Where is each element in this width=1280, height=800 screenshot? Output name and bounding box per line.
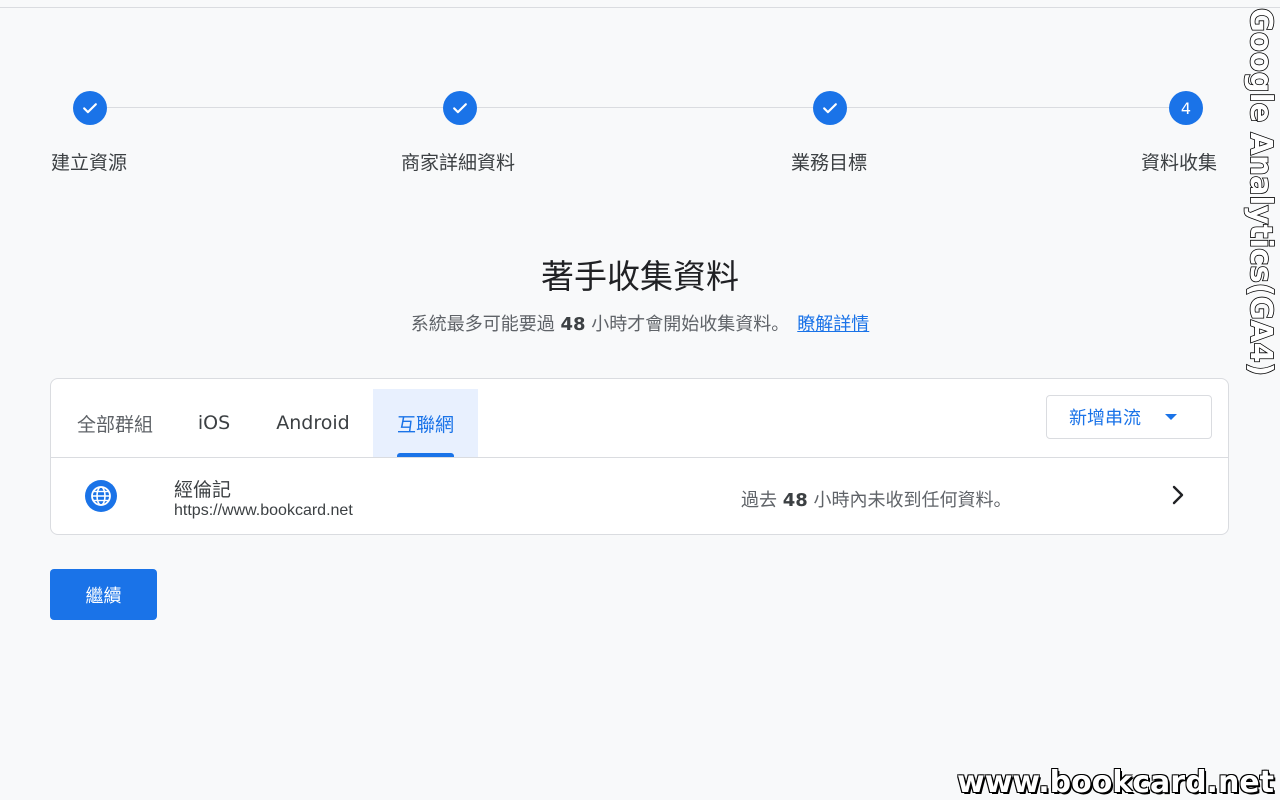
- continue-button[interactable]: 繼續: [50, 569, 157, 620]
- tab-all-groups[interactable]: 全部群組: [55, 389, 175, 457]
- top-divider: [0, 7, 1280, 8]
- subtitle-text: 系統最多可能要過: [410, 314, 555, 335]
- step-4-current: 4: [1169, 91, 1203, 125]
- step-connector: [107, 107, 443, 108]
- learn-more-link[interactable]: 瞭解詳情: [797, 314, 869, 335]
- tab-ios[interactable]: iOS: [175, 389, 253, 457]
- bottom-watermark: www.bookcard.net: [956, 765, 1274, 800]
- status-hours: 48: [782, 490, 808, 511]
- stream-url: https://www.bookcard.net: [174, 502, 353, 519]
- step-connector: [847, 107, 1169, 108]
- globe-icon: [85, 480, 117, 512]
- chevron-right-icon[interactable]: [1170, 483, 1186, 507]
- subtitle-text-end: 小時才會開始收集資料。: [591, 314, 790, 335]
- data-streams-card: 全部群組 iOS Android 互聯網 新增串流 經倫記 https://ww…: [50, 378, 1229, 535]
- step-1-complete-icon: [73, 91, 107, 125]
- subtitle-hours: 48: [560, 314, 586, 335]
- stream-status: 過去 48 小時內未收到任何資料。: [741, 486, 1012, 512]
- stream-name: 經倫記: [174, 479, 232, 501]
- tab-label: iOS: [197, 412, 231, 434]
- step-2-complete-icon: [443, 91, 477, 125]
- tab-label: 全部群組: [76, 413, 153, 436]
- page-title: 著手收集資料: [541, 257, 739, 296]
- watermark-text: Google Analytics(GA4): [1243, 8, 1278, 376]
- tab-android[interactable]: Android: [253, 389, 373, 457]
- step-label-business-details: 商家詳細資料: [401, 152, 516, 174]
- step-3-complete-icon: [813, 91, 847, 125]
- active-tab-indicator: [397, 453, 454, 457]
- step-number: 4: [1180, 98, 1192, 118]
- vertical-watermark: Google Analytics(GA4): [1243, 8, 1279, 377]
- status-text: 過去: [741, 490, 777, 511]
- step-label-data-collection: 資料收集: [1141, 152, 1218, 174]
- stream-tabs: 全部群組 iOS Android 互聯網 新增串流: [51, 379, 1228, 458]
- page-subtitle: 系統最多可能要過 48 小時才會開始收集資料。 瞭解詳情: [0, 310, 1280, 336]
- caret-down-icon: [1165, 414, 1177, 420]
- step-label-business-objectives: 業務目標: [791, 152, 868, 174]
- step-connector: [477, 107, 813, 108]
- tab-label: 互聯網: [396, 413, 454, 436]
- add-stream-button[interactable]: 新增串流: [1046, 395, 1212, 439]
- step-label-create-property: 建立資源: [51, 152, 128, 174]
- stream-row[interactable]: 經倫記 https://www.bookcard.net 過去 48 小時內未收…: [51, 458, 1228, 536]
- status-text-end: 小時內未收到任何資料。: [813, 490, 1012, 511]
- tab-label: Android: [276, 412, 350, 434]
- add-stream-label: 新增串流: [1069, 408, 1141, 429]
- continue-label: 繼續: [85, 585, 122, 607]
- tab-web[interactable]: 互聯網: [373, 389, 478, 457]
